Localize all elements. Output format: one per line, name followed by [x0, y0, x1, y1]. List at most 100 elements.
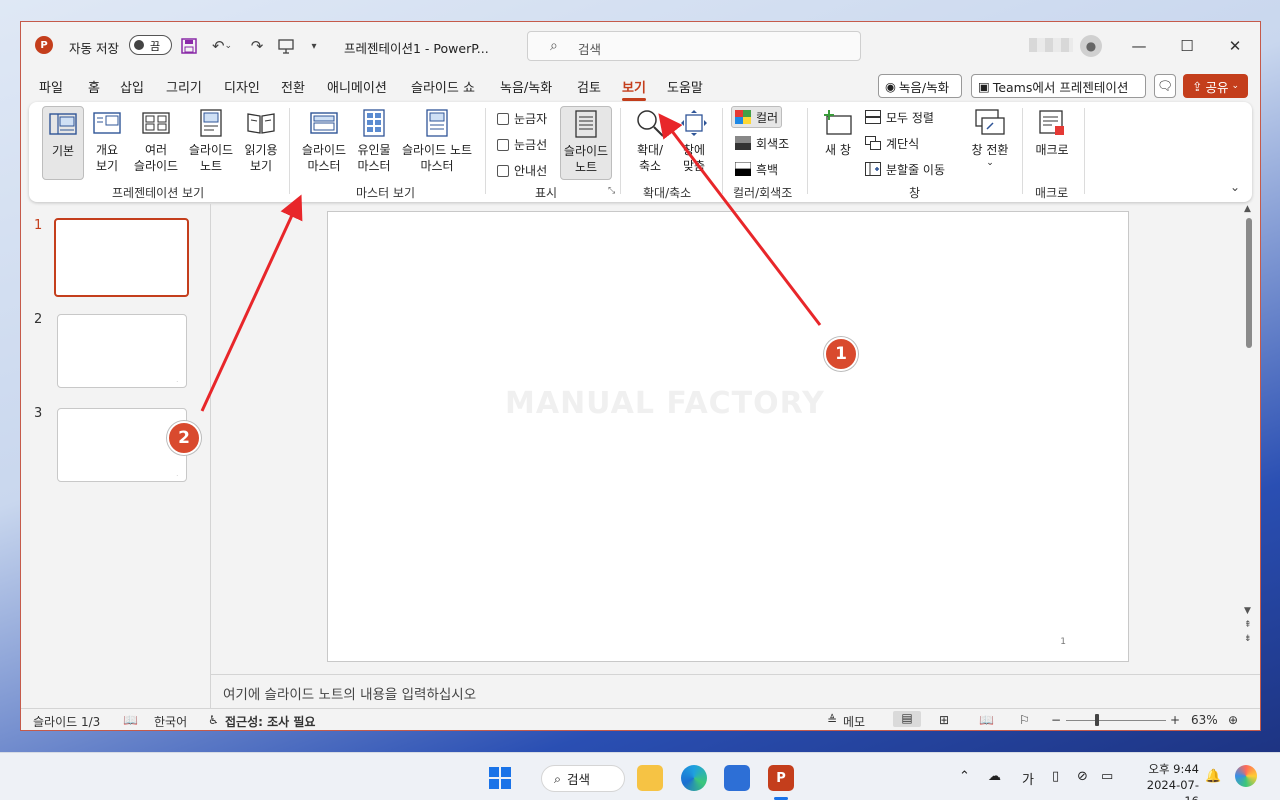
slide-thumbnail-2[interactable]: · — [57, 314, 187, 388]
slide-master-button[interactable]: 슬라이드 마스터 — [297, 106, 351, 180]
scrollbar-thumb[interactable] — [1246, 218, 1252, 348]
close-icon[interactable]: ✕ — [1223, 34, 1247, 58]
zoom-in-icon[interactable]: + — [1170, 713, 1180, 727]
onedrive-icon[interactable]: ☁ — [988, 769, 1001, 784]
spell-check-icon[interactable]: 📖 — [123, 713, 138, 727]
notification-bell-icon[interactable]: 🔔 — [1205, 769, 1221, 784]
slide-sorter-button[interactable]: 여러 슬라이드 — [129, 106, 183, 180]
slide-thumbnail-1[interactable] — [54, 218, 189, 297]
start-icon[interactable] — [487, 765, 513, 791]
undo-icon[interactable]: ↶ ⌄ — [207, 36, 237, 56]
macros-button[interactable]: 매크로 — [1029, 106, 1075, 180]
save-icon[interactable] — [179, 36, 199, 56]
new-window-button[interactable]: 새 창 — [815, 106, 861, 180]
tab-file[interactable]: 파일 — [39, 77, 63, 96]
scroll-down-icon[interactable]: ▼ — [1244, 606, 1251, 616]
vertical-scrollbar[interactable]: ▲ ▼ ⇞ ⇟ — [1241, 204, 1257, 654]
zoom-slider-knob[interactable] — [1095, 714, 1099, 726]
accessibility-status[interactable]: 접근성: 조사 필요 — [225, 713, 315, 730]
slide-canvas[interactable]: MANUAL FACTORY 1 — [327, 211, 1129, 662]
notes-master-button[interactable]: 슬라이드 노트 마스터 — [397, 106, 477, 180]
network-icon[interactable]: ⊘ — [1077, 769, 1088, 784]
share-button[interactable]: ⇪ 공유 ⌄ — [1183, 74, 1248, 98]
search-placeholder: 검색 — [578, 42, 602, 57]
previous-slide-icon[interactable]: ⇞ — [1244, 620, 1252, 630]
taskbar-search[interactable]: ⌕ 검색 — [541, 765, 625, 792]
notes-pane-button[interactable]: 슬라이드 노트 — [560, 106, 612, 180]
tab-design[interactable]: 디자인 — [224, 77, 260, 96]
customize-qat-icon[interactable]: ▾ — [307, 36, 321, 56]
handout-master-button[interactable]: 유인물 마스터 — [353, 106, 395, 180]
tab-animations[interactable]: 애니메이션 — [327, 77, 387, 96]
language-indicator[interactable]: 한국어 — [154, 713, 187, 730]
battery-icon[interactable]: ▭ — [1101, 769, 1113, 784]
comments-icon[interactable]: 🗨 — [1154, 74, 1176, 98]
dialog-launcher-icon[interactable]: ⤡ — [608, 186, 615, 196]
switch-window-button[interactable]: 창 전환 ⌄ — [967, 106, 1013, 180]
pane-splitter[interactable] — [210, 204, 211, 708]
scroll-up-icon[interactable]: ▲ — [1244, 204, 1251, 214]
zoom-slider-track[interactable] — [1066, 720, 1166, 721]
tray-overflow-icon[interactable]: ⌃ — [959, 769, 970, 784]
tab-slideshow[interactable]: 슬라이드 쇼 — [411, 77, 475, 96]
slide-master-label-1: 슬라이드 — [301, 143, 347, 157]
zoom-out-icon[interactable]: − — [1051, 713, 1061, 727]
present-from-start-icon[interactable] — [275, 36, 297, 56]
ruler-checkbox[interactable]: 눈금자 — [497, 110, 547, 127]
tab-help[interactable]: 도움말 — [667, 77, 703, 96]
edge-icon[interactable] — [681, 765, 707, 791]
reading-view-status-icon[interactable]: 📖 — [979, 713, 994, 727]
cascade-button[interactable]: 계단식 — [862, 132, 922, 154]
user-avatar-icon[interactable]: ● — [1080, 35, 1102, 57]
collapse-ribbon-icon[interactable]: ⌄ — [1230, 180, 1240, 194]
tab-insert[interactable]: 삽입 — [120, 77, 144, 96]
normal-view-status-icon[interactable]: ▤ — [893, 711, 921, 727]
autosave-toggle[interactable]: 끔 — [129, 35, 172, 55]
tab-home[interactable]: 홈 — [88, 77, 100, 96]
tab-transitions[interactable]: 전환 — [281, 77, 305, 96]
redo-icon[interactable]: ↷ — [247, 36, 267, 56]
notes-toggle-label[interactable]: 메모 — [843, 713, 865, 730]
accessibility-icon[interactable]: ♿ — [208, 713, 219, 727]
notes-toggle-icon[interactable]: ≜ — [827, 713, 837, 727]
notes-page-button[interactable]: 슬라이드 노트 — [184, 106, 238, 180]
ime-indicator[interactable]: 가 — [1022, 769, 1034, 788]
fit-to-window-button[interactable]: 창에 맞춤 — [673, 106, 715, 180]
copilot-icon[interactable] — [1235, 765, 1257, 787]
tab-record[interactable]: 녹음/녹화 — [500, 77, 552, 96]
record-button[interactable]: ◉ 녹음/녹화 — [878, 74, 962, 98]
device-icon[interactable]: ▯ — [1052, 769, 1059, 784]
color-button[interactable]: 컬러 — [731, 106, 783, 128]
notes-pane[interactable]: 여기에 슬라이드 노트의 내용을 입력하십시오 — [211, 674, 1260, 708]
teams-present-button[interactable]: ▣ Teams에서 프레젠테이션 — [971, 74, 1146, 98]
slide-sorter-status-icon[interactable]: ⊞ — [939, 713, 949, 727]
zoom-percent[interactable]: 63% — [1191, 713, 1218, 727]
tab-review[interactable]: 검토 — [577, 77, 601, 96]
store-icon[interactable] — [724, 765, 750, 791]
ribbon-view: 기본 개요 보기 여러 슬라이드 슬라이드 노트 읽기용 보기 프레젠테이션 보… — [29, 102, 1252, 202]
powerpoint-taskbar-icon[interactable]: P — [768, 765, 794, 791]
arrange-all-button[interactable]: 모두 정렬 — [862, 106, 937, 128]
zoom-label-2: 축소 — [638, 159, 662, 173]
minimize-icon[interactable]: — — [1127, 34, 1151, 58]
file-explorer-icon[interactable] — [637, 765, 663, 791]
guides-checkbox[interactable]: 안내선 — [497, 162, 547, 179]
tab-view[interactable]: 보기 — [622, 77, 646, 101]
maximize-icon[interactable]: ☐ — [1175, 34, 1199, 58]
outline-view-button[interactable]: 개요 보기 — [87, 106, 127, 180]
move-split-button[interactable]: 분할줄 이동 — [862, 158, 948, 180]
fit-slide-icon[interactable]: ⊕ — [1228, 713, 1238, 727]
reading-view-button[interactable]: 읽기용 보기 — [239, 106, 283, 180]
search-box[interactable]: ⌕ 검색 — [527, 31, 861, 61]
gridlines-checkbox[interactable]: 눈금선 — [497, 136, 547, 153]
grayscale-button[interactable]: 회색조 — [732, 132, 792, 154]
next-slide-icon[interactable]: ⇟ — [1244, 634, 1252, 644]
black-white-button[interactable]: 흑백 — [732, 158, 781, 180]
normal-view-button[interactable]: 기본 — [42, 106, 84, 180]
cascade-label: 계단식 — [886, 136, 920, 151]
system-clock[interactable]: 오후 9:44 2024-07-16 — [1133, 761, 1199, 800]
zoom-button[interactable]: 확대/ 축소 — [629, 106, 671, 180]
slide-thumbnail-3[interactable]: · — [57, 408, 187, 482]
tab-draw[interactable]: 그리기 — [166, 77, 202, 96]
slideshow-status-icon[interactable]: ⚐ — [1019, 713, 1030, 727]
